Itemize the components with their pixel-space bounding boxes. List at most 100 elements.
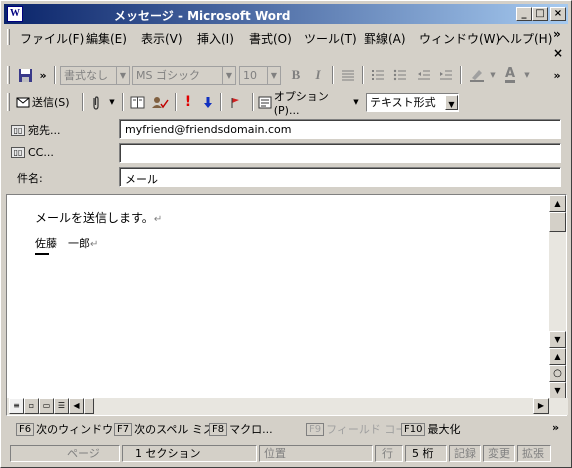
- menu-overflow-icon[interactable]: »: [553, 27, 561, 41]
- maximize-button[interactable]: □: [532, 7, 548, 21]
- paperclip-icon[interactable]: [88, 93, 104, 111]
- vertical-scrollbar[interactable]: ▲ ▼ ▲ ○ ▼: [549, 195, 566, 399]
- menu-help[interactable]: ヘルプ(H): [498, 30, 552, 47]
- fkey-macro[interactable]: F8 マクロ...: [209, 421, 273, 437]
- status-trk[interactable]: 変更: [483, 445, 515, 462]
- importance-low-icon[interactable]: [200, 93, 216, 111]
- chevron-down-icon[interactable]: ▼: [267, 67, 280, 84]
- menu-view[interactable]: 表示(V): [141, 30, 183, 47]
- scroll-down-icon[interactable]: ▼: [549, 331, 566, 348]
- normal-view-icon[interactable]: ≡: [9, 398, 24, 414]
- menu-insert[interactable]: 挿入(I): [197, 30, 234, 47]
- increase-indent-icon[interactable]: [436, 66, 456, 84]
- paragraph-mark: ↵: [90, 239, 99, 250]
- menu-table[interactable]: 罫線(A): [364, 30, 406, 47]
- close-window-button[interactable]: ×: [550, 7, 566, 21]
- importance-high-icon[interactable]: !: [180, 93, 196, 111]
- toolbar-separator: [362, 66, 364, 84]
- fkey-overflow-icon[interactable]: »: [552, 421, 559, 434]
- toolbar-chevron-icon[interactable]: »: [36, 66, 50, 84]
- fkey-maximize[interactable]: F10 最大化: [401, 421, 460, 437]
- chevron-down-icon[interactable]: ▼: [522, 66, 532, 84]
- highlight-icon[interactable]: [466, 66, 488, 84]
- body-line-1[interactable]: メールを送信します。↵: [35, 209, 162, 226]
- flag-icon[interactable]: [226, 93, 244, 111]
- check-names-icon[interactable]: [149, 93, 171, 111]
- send-button-label: 送信(S): [32, 96, 70, 109]
- menu-edit[interactable]: 編集(E): [86, 30, 127, 47]
- next-page-icon[interactable]: ▼: [549, 382, 566, 399]
- menu-window[interactable]: ウィンドウ(W): [419, 30, 500, 47]
- outline-view-icon[interactable]: ☰: [54, 398, 69, 414]
- scroll-right-icon[interactable]: ▶: [533, 398, 549, 414]
- font-combo[interactable]: MS ゴシック ▼: [132, 66, 236, 85]
- address-book-icon[interactable]: [128, 93, 146, 111]
- bulleted-list-icon[interactable]: [390, 66, 410, 84]
- to-label-text: 宛先...: [28, 124, 61, 137]
- body-line-1-text: メールを送信します。: [35, 211, 154, 225]
- italic-button[interactable]: I: [309, 66, 327, 84]
- send-button[interactable]: 送信(S): [16, 93, 76, 111]
- cc-field[interactable]: [119, 143, 561, 163]
- previous-page-icon[interactable]: ▲: [549, 348, 566, 365]
- chevron-down-icon[interactable]: ▼: [488, 66, 498, 84]
- word-window: W メッセージ - Microsoft Word _ □ × ファイル(F) 編…: [0, 0, 572, 468]
- options-button-label: オプション(P)...: [273, 89, 329, 117]
- style-combo[interactable]: 書式なし ▼: [60, 66, 130, 85]
- message-format-combo[interactable]: テキスト形式 ▼: [366, 93, 459, 112]
- fkey-text: 次のスペル ミス: [134, 423, 214, 436]
- fkey-next-window[interactable]: F6 次のウィンドウ: [16, 421, 113, 437]
- align-justify-icon[interactable]: [338, 66, 358, 84]
- fkey-next-misspelling[interactable]: F7 次のスペル ミス: [114, 421, 214, 437]
- numbered-list-icon[interactable]: [368, 66, 388, 84]
- title-bar[interactable]: W メッセージ - Microsoft Word _ □ ×: [4, 4, 568, 24]
- bold-button[interactable]: B: [287, 66, 305, 84]
- chevron-down-icon[interactable]: ▼: [222, 67, 235, 84]
- toolbar-separator: [54, 66, 56, 84]
- decrease-indent-icon[interactable]: [414, 66, 434, 84]
- menu-file[interactable]: ファイル(F): [20, 30, 84, 47]
- status-page: ページ: [10, 445, 120, 462]
- select-browse-object-icon[interactable]: ○: [549, 365, 566, 382]
- chevron-down-icon[interactable]: ▼: [445, 95, 458, 110]
- font-color-button[interactable]: A: [500, 66, 520, 84]
- options-icon: [258, 96, 272, 108]
- menu-format[interactable]: 書式(O): [249, 30, 292, 47]
- to-row: ▯▯ 宛先... myfriend@friendsdomain.com: [11, 118, 562, 140]
- web-layout-icon[interactable]: ▫: [24, 398, 39, 414]
- save-icon[interactable]: [16, 66, 34, 84]
- text-cursor: [35, 253, 49, 255]
- to-label[interactable]: ▯▯ 宛先...: [11, 122, 61, 138]
- scroll-left-icon[interactable]: ◀: [69, 398, 84, 414]
- menu-grip[interactable]: [7, 29, 10, 45]
- menu-tools[interactable]: ツール(T): [304, 30, 357, 47]
- font-size-combo[interactable]: 10 ▼: [239, 66, 281, 85]
- paragraph-mark: ↵: [153, 214, 163, 225]
- minimize-button[interactable]: _: [516, 7, 532, 21]
- menu-bar: ファイル(F) 編集(E) 表示(V) 挿入(I) 書式(O) ツール(T) 罫…: [4, 27, 568, 47]
- chevron-down-icon[interactable]: ▼: [116, 67, 129, 84]
- horizontal-scrollbar[interactable]: ≡ ▫ ▭ ☰ ◀ ▶: [7, 398, 568, 415]
- toolbar-grip[interactable]: [7, 93, 10, 111]
- to-field[interactable]: myfriend@friendsdomain.com: [119, 119, 561, 139]
- document-body[interactable]: メールを送信します。↵ 佐藤 一郎↵ ▲ ▼ ▲ ○ ▼ ≡ ▫ ▭ ☰ ◀ ▶: [6, 194, 568, 416]
- toolbar-overflow-icon[interactable]: »: [550, 66, 564, 84]
- formatting-toolbar: » 書式なし ▼ MS ゴシック ▼ 10 ▼ B I ▼ A ▼ »: [4, 63, 568, 87]
- scroll-up-icon[interactable]: ▲: [549, 195, 566, 212]
- subject-field[interactable]: メール: [119, 167, 561, 187]
- chevron-down-icon[interactable]: ▼: [107, 93, 117, 111]
- toolbar-separator: [175, 93, 177, 111]
- toolbar-grip[interactable]: [7, 66, 10, 84]
- word-app-icon[interactable]: W: [7, 6, 23, 22]
- scroll-thumb[interactable]: [549, 212, 566, 232]
- body-line-2[interactable]: 佐藤 一郎↵: [35, 235, 98, 251]
- status-rec[interactable]: 記録: [449, 445, 481, 462]
- options-button[interactable]: オプション(P)...: [258, 90, 353, 117]
- status-ext[interactable]: 拡張: [517, 445, 551, 462]
- chevron-down-icon[interactable]: ▼: [351, 93, 361, 111]
- close-document-button[interactable]: ×: [553, 46, 563, 60]
- fkey-label: F8: [209, 422, 228, 436]
- print-layout-icon[interactable]: ▭: [39, 398, 54, 414]
- hscroll-thumb[interactable]: [84, 398, 94, 414]
- cc-label[interactable]: ▯▯ CC...: [11, 146, 54, 159]
